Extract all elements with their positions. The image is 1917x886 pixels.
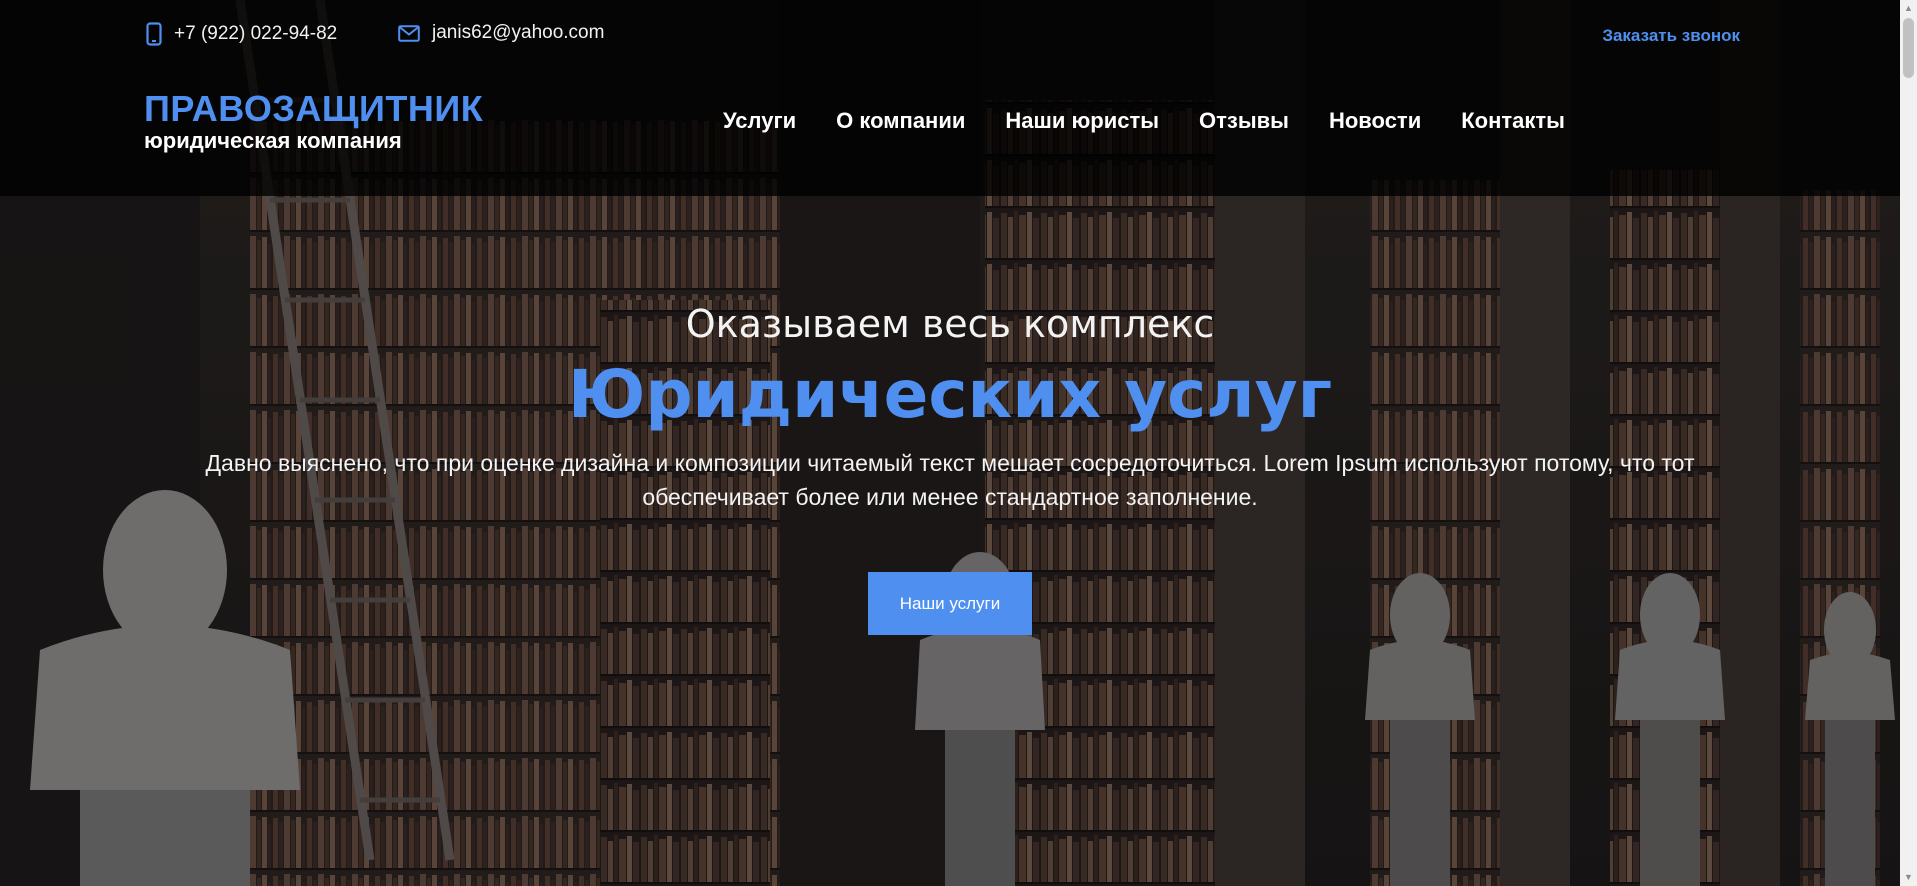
hero-title: Юридических услуг: [567, 356, 1333, 433]
nav-item-contacts[interactable]: Контакты: [1461, 108, 1565, 134]
logo-title: ПРАВОЗАЩИТНИК: [144, 88, 484, 129]
nav-item-news[interactable]: Новости: [1329, 108, 1421, 134]
nav-item-services[interactable]: Услуги: [723, 108, 796, 134]
hero-description: Давно выяснено, что при оценке дизайна и…: [205, 450, 1695, 510]
mail-icon: [398, 24, 420, 42]
nav-item-reviews[interactable]: Отзывы: [1199, 108, 1289, 134]
hero-section: Оказываем весь комплекс Юридических услу…: [0, 296, 1900, 514]
logo-subtitle: юридическая компания: [144, 128, 402, 153]
scrollbar-thumb[interactable]: [1903, 18, 1914, 78]
our-services-button[interactable]: Наши услуги: [868, 572, 1032, 635]
site-header: +7 (922) 022-94-82 janis62@yahoo.com Зак…: [0, 0, 1900, 196]
scroll-down-arrow-icon[interactable]: ▼: [1900, 869, 1917, 886]
phone-number: +7 (922) 022-94-82: [174, 23, 338, 44]
email-address: janis62@yahoo.com: [432, 22, 605, 43]
nav-item-about[interactable]: О компании: [836, 108, 965, 134]
phone-icon: [146, 22, 162, 46]
callback-link[interactable]: Заказать звонок: [1602, 26, 1740, 46]
scroll-up-arrow-icon[interactable]: ▲: [1900, 0, 1917, 17]
logo[interactable]: ПРАВОЗАЩИТНИК юридическая компания: [144, 90, 483, 154]
hero-pretitle: Оказываем весь комплекс: [685, 302, 1215, 346]
header-email[interactable]: janis62@yahoo.com: [398, 22, 604, 44]
scrollbar[interactable]: ▲ ▼: [1900, 0, 1917, 886]
header-phone[interactable]: +7 (922) 022-94-82: [146, 22, 337, 46]
nav-item-lawyers[interactable]: Наши юристы: [1005, 108, 1159, 134]
main-nav: Услуги О компании Наши юристы Отзывы Нов…: [723, 108, 1565, 134]
